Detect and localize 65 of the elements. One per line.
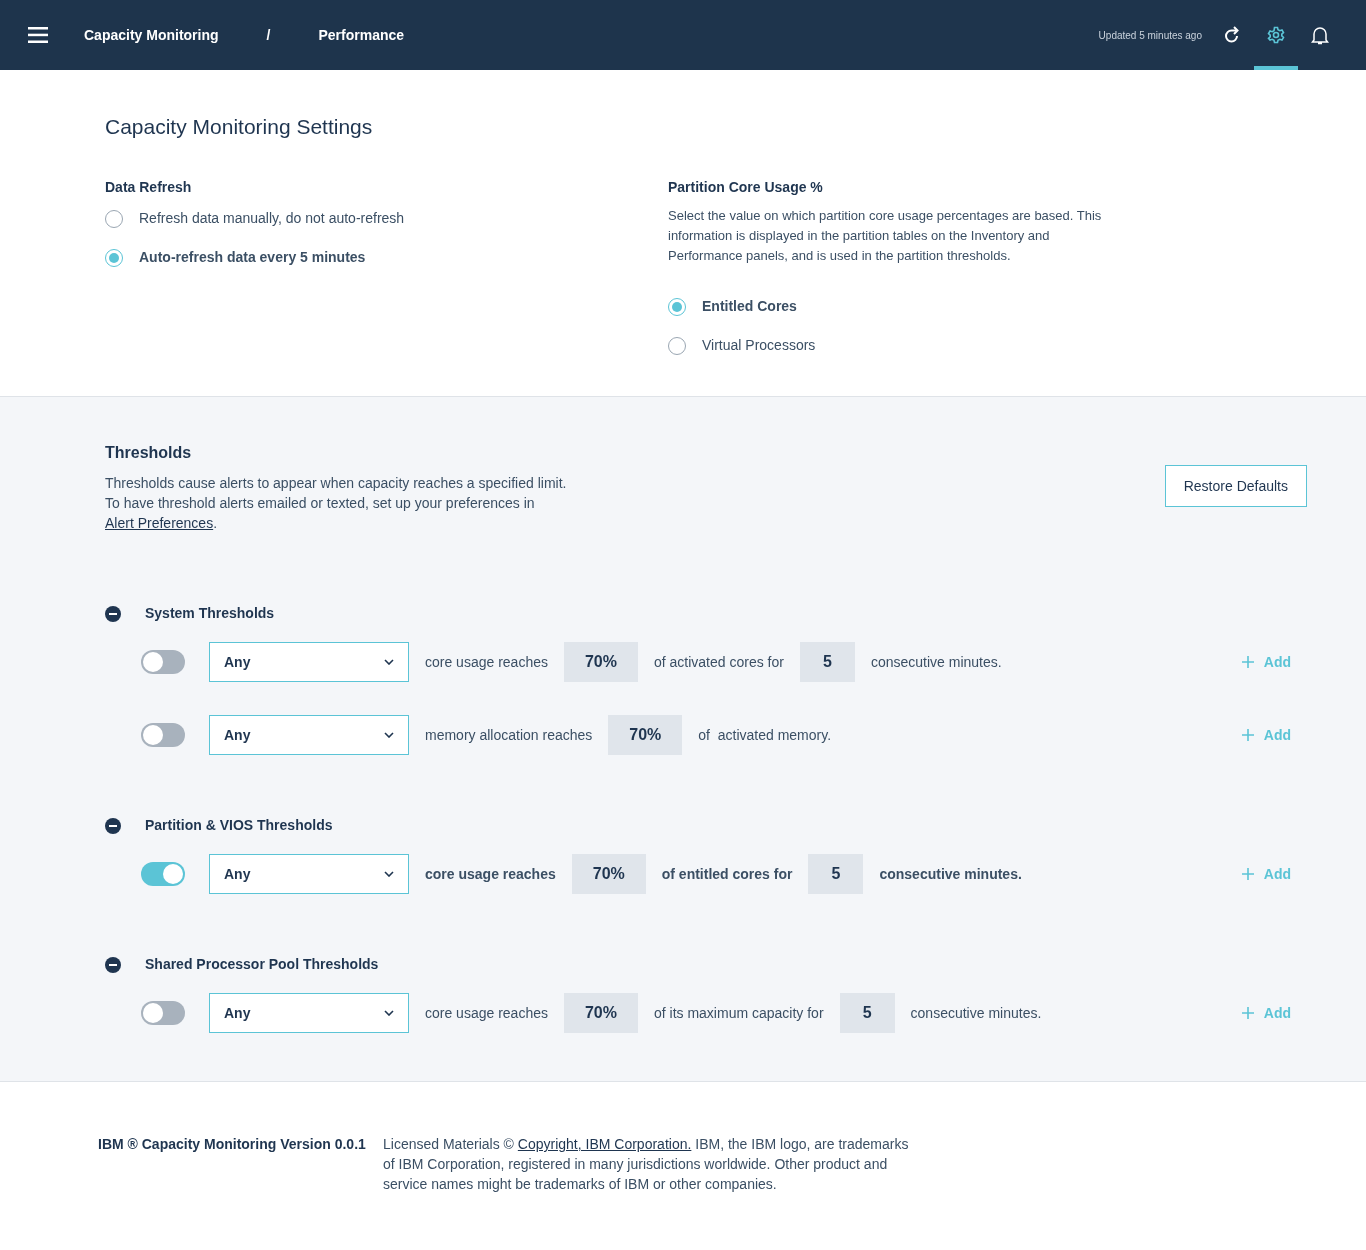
- threshold-text: core usage reaches: [425, 1003, 548, 1023]
- settings-icon: [1267, 26, 1285, 44]
- threshold-text: consecutive minutes.: [910, 1003, 1042, 1023]
- section-heading: Thresholds: [105, 443, 193, 464]
- value-field[interactable]: 5: [808, 854, 864, 895]
- copyright-link[interactable]: Copyright, IBM Corporation.: [517, 1136, 692, 1153]
- dropdown-select[interactable]: Any: [209, 993, 409, 1034]
- threshold-text: memory allocation reaches: [425, 725, 593, 745]
- threshold-text: of its maximum capacity for: [653, 1003, 824, 1023]
- value-field[interactable]: 70%: [563, 993, 638, 1034]
- radio-option[interactable]: Refresh data manually, do not auto-refresh: [105, 208, 668, 230]
- menu-icon: [28, 27, 48, 43]
- collapse-button[interactable]: [105, 817, 121, 834]
- threshold-text: of entitled cores for: [661, 864, 793, 884]
- section-description: Select the value on which partition core usage percentages are based. This information is displayed in the partition tables on the Inventory and Performance panels, and is used in the partition thresholds.: [668, 207, 1103, 266]
- collapse-button[interactable]: [105, 956, 121, 973]
- plus-icon: [1241, 1007, 1254, 1020]
- toggle-switch[interactable]: [141, 862, 185, 887]
- radio-option[interactable]: Entitled Cores: [668, 296, 1108, 318]
- value-field[interactable]: 5: [799, 642, 855, 683]
- restore-defaults-button[interactable]: Restore Defaults: [1164, 465, 1307, 508]
- bell-icon: [1311, 25, 1329, 45]
- threshold-text: core usage reaches: [425, 652, 548, 672]
- chevron-down-icon: [384, 659, 394, 666]
- group-title: Partition & VIOS Thresholds: [145, 816, 333, 836]
- dropdown-select[interactable]: Any: [209, 854, 409, 895]
- section-description: Thresholds cause alerts to appear when capacity reaches a specified limit. To have threshold alerts emailed or texted, set up your preferences in Alert Preferences.: [105, 474, 567, 534]
- threshold-text: core usage reaches: [425, 864, 556, 884]
- plus-icon: [1241, 868, 1254, 881]
- legal-notice: Licensed Materials © Copyright, IBM Corporation. IBM, the IBM logo, are trademarks of IBM Corporation, registered in many jurisdictions worldwide. Other product and service names might be trademarks of IBM or other companies.: [383, 1135, 910, 1195]
- group-title: System Thresholds: [145, 604, 275, 624]
- threshold-text: consecutive minutes.: [870, 652, 1002, 672]
- page-title: Capacity Monitoring Settings: [105, 114, 374, 140]
- chevron-down-icon: [384, 732, 394, 739]
- plus-icon: [1241, 656, 1254, 669]
- minus-circle-icon: [105, 817, 121, 834]
- dropdown-select[interactable]: Any: [209, 715, 409, 756]
- threshold-text: of activated memory.: [698, 725, 832, 745]
- product-version-text: IBM ® Capacity Monitoring Version 0.0.1: [98, 1135, 367, 1155]
- value-field[interactable]: 5: [839, 993, 895, 1034]
- section-heading: Data Refresh: [105, 178, 193, 198]
- value-field[interactable]: 70%: [563, 642, 638, 683]
- last-updated-text: Updated 5 minutes ago: [1098, 28, 1202, 43]
- chevron-down-icon: [384, 871, 394, 878]
- value-field[interactable]: 70%: [608, 715, 683, 756]
- dropdown-select[interactable]: Any: [209, 642, 409, 683]
- radio-option[interactable]: Virtual Processors: [668, 335, 1108, 357]
- breadcrumb-link[interactable]: Performance: [318, 24, 405, 46]
- collapse-button[interactable]: [105, 605, 121, 622]
- refresh-icon: [1224, 26, 1240, 44]
- toggle-switch[interactable]: [141, 723, 185, 748]
- group-title: Shared Processor Pool Thresholds: [145, 955, 379, 975]
- section-heading: Partition Core Usage %: [668, 178, 824, 198]
- breadcrumb-separator: /: [266, 25, 271, 45]
- minus-circle-icon: [105, 605, 121, 622]
- minus-circle-icon: [105, 956, 121, 973]
- breadcrumb-link[interactable]: Capacity Monitoring: [84, 24, 219, 46]
- value-field[interactable]: 70%: [571, 854, 646, 895]
- threshold-text: consecutive minutes.: [879, 864, 1022, 884]
- threshold-text: of activated cores for: [653, 652, 784, 672]
- chevron-down-icon: [384, 1010, 394, 1017]
- plus-icon: [1241, 729, 1254, 742]
- toggle-switch[interactable]: [141, 650, 185, 675]
- radio-option[interactable]: Auto-refresh data every 5 minutes: [105, 247, 668, 269]
- toggle-switch[interactable]: [141, 1001, 185, 1026]
